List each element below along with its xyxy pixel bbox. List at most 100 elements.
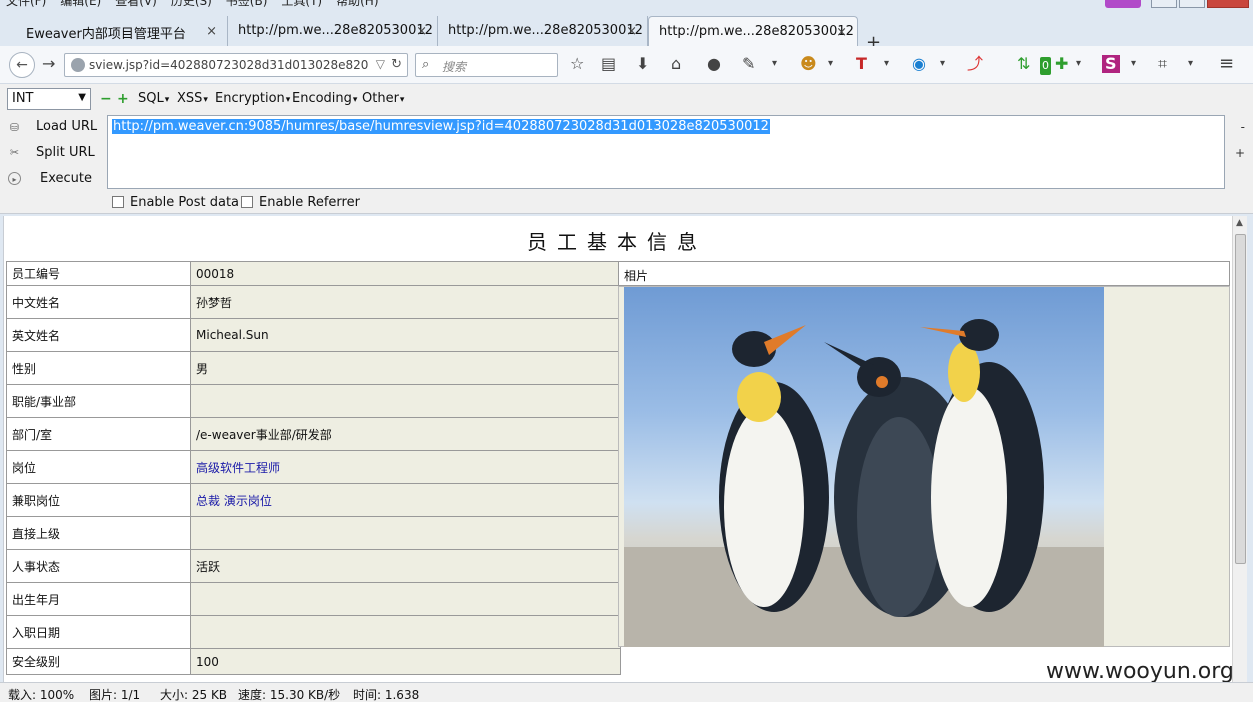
menu-tools[interactable]: 工具(T) — [281, 0, 322, 8]
dropdown-icon[interactable]: ▾ — [1131, 55, 1136, 73]
tab-close-icon[interactable]: × — [626, 24, 637, 39]
globe-addon-icon[interactable]: ◉ — [912, 55, 926, 73]
menu-other[interactable]: Other — [362, 91, 404, 106]
menu-bookmarks[interactable]: 书签(B) — [226, 0, 268, 8]
url-text[interactable]: sview.jsp?id=402880723028d31d013028e8205… — [89, 58, 369, 72]
field-label: 英文姓名 — [6, 318, 191, 352]
menu-edit[interactable]: 编辑(E) — [60, 0, 101, 8]
tab-close-icon[interactable]: × — [836, 25, 847, 40]
status-images: 图片: 1/1 — [89, 688, 141, 702]
tab-pm-1[interactable]: http://pm.we...28e820530012 × — [228, 16, 438, 46]
scroll-up-icon[interactable]: ▲ — [1236, 218, 1243, 228]
enable-referrer-label: Enable Referrer — [259, 195, 360, 210]
sync-icon[interactable]: ⇅ — [1017, 55, 1030, 73]
watermark: www.wooyun.org — [1046, 659, 1234, 684]
enable-post-checkbox[interactable]: Enable Post data — [112, 195, 239, 210]
bookmarks-list-icon[interactable]: ▤ — [601, 55, 616, 73]
close-window-button[interactable] — [1207, 0, 1249, 8]
menu-encoding[interactable]: Encoding — [292, 91, 357, 106]
search-icon: ⌕ — [422, 57, 430, 72]
tab-close-icon[interactable]: × — [206, 24, 217, 39]
url-bar[interactable]: sview.jsp?id=402880723028d31d013028e8205… — [64, 53, 408, 77]
table-row: 出生年月 — [6, 582, 621, 616]
vertical-scrollbar[interactable]: ▲ — [1232, 216, 1247, 682]
checkbox-icon[interactable] — [241, 196, 253, 208]
employee-info-table: 员工编号 00018 中文姓名 孙梦哲 英文姓名 Micheal.Sun 性别 … — [6, 261, 621, 675]
dropdown-icon[interactable]: ▾ — [940, 55, 945, 73]
field-value: Micheal.Sun — [190, 318, 621, 352]
maximize-button[interactable] — [1179, 0, 1205, 8]
position-link[interactable]: 高级软件工程师 — [196, 461, 280, 475]
puzzle-icon[interactable]: ✚ — [1055, 55, 1068, 73]
nav-toolbar: ← → sview.jsp?id=402880723028d31d013028e… — [0, 46, 1253, 84]
crop-icon[interactable]: ⌗ — [1158, 55, 1167, 73]
photo-cell — [618, 286, 1230, 647]
scrollbar-thumb[interactable] — [1235, 234, 1246, 564]
enable-post-label: Enable Post data — [130, 195, 240, 210]
minimize-button[interactable] — [1151, 0, 1177, 8]
load-url-button[interactable]: Load URL — [36, 119, 97, 134]
bookmark-star-icon[interactable]: ☆ — [570, 55, 584, 73]
hackbar-url-textarea[interactable]: http://pm.weaver.cn:9085/humres/base/hum… — [107, 115, 1225, 189]
execute-icon: ▸ — [8, 172, 21, 185]
tab-pm-2[interactable]: http://pm.we...28e820530012 × — [438, 16, 648, 46]
field-value — [190, 516, 621, 550]
field-value: 总裁 演示岗位 — [190, 483, 621, 517]
tab-close-icon[interactable]: × — [416, 24, 427, 39]
table-row: 入职日期 — [6, 615, 621, 649]
tab-eweaver[interactable]: Eweaver内部项目管理平台 × — [0, 16, 228, 46]
chat-icon[interactable]: ● — [707, 55, 721, 73]
dropdown-icon[interactable]: ▾ — [884, 55, 889, 73]
forward-arrow-icon[interactable]: → — [42, 55, 55, 73]
dropdown-icon[interactable]: ▾ — [1076, 55, 1081, 73]
field-value: 00018 — [190, 261, 621, 286]
table-row: 职能/事业部 — [6, 384, 621, 418]
status-size: 大小: 25 KB — [160, 688, 228, 702]
s-addon-icon[interactable]: S — [1102, 55, 1120, 73]
field-value: 活跃 — [190, 549, 621, 583]
table-row: 性别 男 — [6, 351, 621, 385]
hackbar-url-text[interactable]: http://pm.weaver.cn:9085/humres/base/hum… — [112, 119, 770, 134]
table-row: 兼职岗位 总裁 演示岗位 — [6, 483, 621, 517]
minus-icon[interactable]: − — [100, 91, 112, 107]
hamburger-menu-icon[interactable]: ≡ — [1219, 55, 1234, 73]
home-icon[interactable]: ⌂ — [671, 55, 681, 73]
menu-encryption[interactable]: Encryption — [215, 91, 290, 106]
menu-file[interactable]: 文件(F) — [6, 0, 46, 8]
menu-history[interactable]: 历史(S) — [171, 0, 212, 8]
plus-icon[interactable]: + — [117, 91, 129, 107]
search-placeholder: 搜索 — [442, 60, 467, 74]
dropdown-icon[interactable]: ▾ — [772, 55, 777, 73]
menu-xss[interactable]: XSS — [177, 91, 208, 106]
back-arrow-icon[interactable]: ← — [9, 52, 35, 78]
chevron-down-icon: ▼ — [78, 92, 86, 103]
tab-pm-active[interactable]: http://pm.we...28e820530012 × — [648, 16, 858, 46]
dropdown-icon[interactable]: ▾ — [828, 55, 833, 73]
status-time: 时间: 1.638 — [353, 688, 420, 702]
parttime-position-link[interactable]: 总裁 演示岗位 — [196, 494, 272, 508]
dropdown-icon[interactable]: ▾ — [1188, 55, 1193, 73]
reload-icon[interactable]: ↻ — [391, 57, 402, 72]
int-select[interactable]: INT ▼ — [7, 88, 91, 110]
int-select-value: INT — [12, 91, 34, 106]
split-url-button[interactable]: Split URL — [36, 145, 95, 160]
menu-view[interactable]: 查看(V) — [115, 0, 157, 8]
checkbox-icon[interactable] — [112, 196, 124, 208]
shrink-button[interactable]: - — [1241, 120, 1245, 134]
download-icon[interactable]: ⬇ — [636, 55, 649, 73]
expand-button[interactable]: + — [1235, 146, 1245, 160]
extension-button[interactable] — [1105, 0, 1141, 8]
field-label: 安全级别 — [6, 648, 191, 675]
greasemonkey-icon[interactable]: ☻ — [800, 55, 817, 73]
enable-referrer-checkbox[interactable]: Enable Referrer — [241, 195, 360, 210]
table-row: 直接上级 — [6, 516, 621, 550]
field-label: 入职日期 — [6, 615, 191, 649]
execute-button[interactable]: Execute — [40, 171, 92, 186]
chart-addon-icon[interactable]: ⤴ — [967, 55, 983, 73]
text-tool-icon[interactable]: T — [856, 55, 867, 73]
menu-sql[interactable]: SQL — [138, 91, 169, 106]
url-dropdown-icon[interactable]: ▽ — [376, 57, 385, 71]
addon-icon[interactable]: ✎ — [742, 55, 755, 73]
search-box[interactable]: ⌕ 搜索 — [415, 53, 558, 77]
menu-help[interactable]: 帮助(H) — [336, 0, 378, 8]
